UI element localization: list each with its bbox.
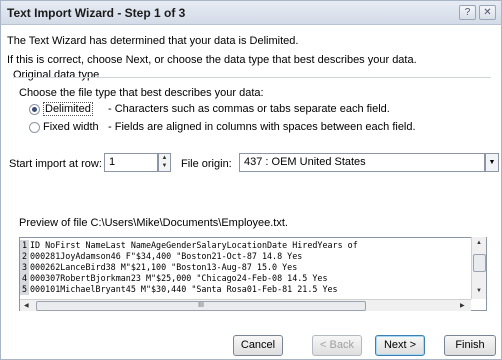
scroll-left-icon[interactable]: ◀ [24, 302, 29, 309]
file-origin-select[interactable]: 437 : OEM United States [239, 153, 485, 172]
finish-button[interactable]: Finish [444, 335, 496, 356]
horizontal-scroll-thumb[interactable]: III [36, 301, 366, 311]
vertical-scroll-thumb[interactable] [473, 254, 486, 272]
fixed-width-description: - Fields are aligned in columns with spa… [108, 121, 416, 133]
cancel-button[interactable]: Cancel [233, 335, 283, 356]
start-row-label: Start import at row: [9, 158, 102, 170]
dialog-title: Text Import Wizard - Step 1 of 3 [7, 6, 186, 20]
file-type-prompt: Choose the file type that best describes… [19, 87, 264, 99]
preview-row: 3 000262LanceBird38 M"$21,100 "Boston13-A… [20, 262, 298, 273]
close-button[interactable]: ✕ [479, 5, 496, 20]
preview-row: 1 ID NoFirst NameLast NameAgeGenderSalary… [20, 240, 358, 251]
help-button[interactable]: ? [459, 5, 476, 20]
scroll-down-icon[interactable]: ▼ [476, 288, 482, 294]
preview-row: 5 000101MichaelBryant45 M"$30,440 "Santa … [20, 284, 338, 295]
intro-text-instructions: If this is correct, choose Next, or choo… [7, 54, 417, 66]
scroll-right-icon[interactable]: ▶ [460, 302, 465, 309]
start-row-input[interactable]: 1 [104, 153, 158, 172]
grip-icon: III [198, 302, 204, 309]
preview-label: Preview of file C:\Users\Mike\Documents\… [19, 217, 288, 229]
intro-text-delimited: The Text Wizard has determined that your… [7, 35, 299, 47]
spin-up-icon[interactable]: ▲ [159, 154, 170, 162]
group-divider [13, 77, 491, 78]
text-import-wizard-dialog: Text Import Wizard - Step 1 of 3 ? ✕ The… [0, 0, 502, 360]
delimited-radio[interactable] [29, 104, 40, 115]
next-button[interactable]: Next > [375, 335, 425, 356]
preview-rows: 1 ID NoFirst NameLast NameAgeGenderSalary… [20, 240, 472, 295]
preview-horizontal-scrollbar[interactable]: ◀ III ▶ [20, 299, 471, 311]
back-button[interactable]: < Back [312, 335, 362, 356]
delimited-description: - Characters such as commas or tabs sepa… [108, 103, 390, 115]
preview-row: 2 000281JoyAdamson46 F"$34,400 "Boston21-… [20, 251, 303, 262]
original-data-type-label: Original data type [13, 69, 100, 81]
start-row-spinner[interactable]: ▲ ▼ [158, 153, 171, 172]
preview-row: 4 000307RobertBjorkman23 M"$25,000 "Chica… [20, 273, 328, 284]
chevron-down-icon[interactable]: ▼ [485, 153, 499, 172]
preview-vertical-scrollbar[interactable]: ▲ ▼ [471, 237, 486, 299]
delimited-label[interactable]: Delimited [43, 102, 93, 116]
file-origin-label: File origin: [181, 158, 232, 170]
fixed-width-radio[interactable] [29, 122, 40, 133]
fixed-width-label[interactable]: Fixed width [43, 121, 99, 133]
spin-down-icon[interactable]: ▼ [159, 162, 170, 170]
scroll-up-icon[interactable]: ▲ [476, 240, 482, 246]
title-bar: Text Import Wizard - Step 1 of 3 ? ✕ [1, 1, 501, 25]
